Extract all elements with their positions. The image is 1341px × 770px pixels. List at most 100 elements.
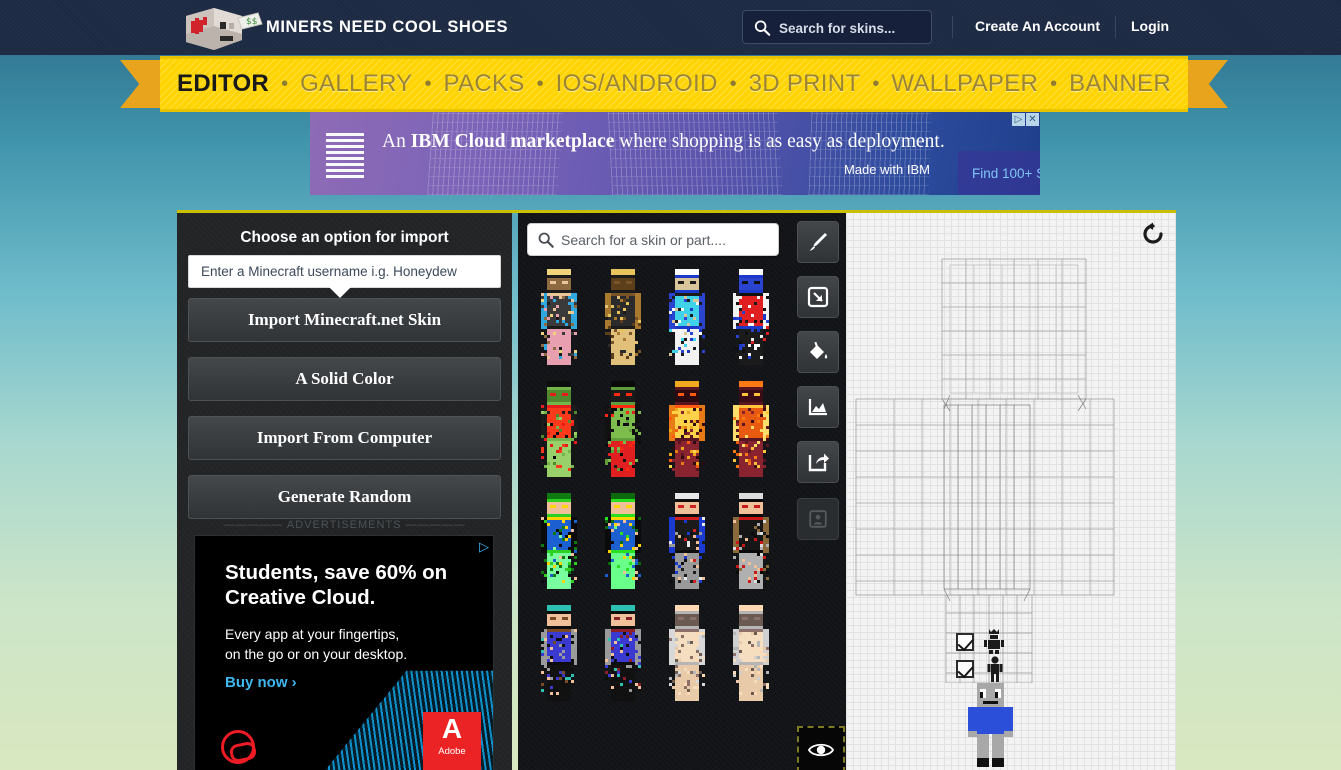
- profile-tool-button: [797, 498, 839, 540]
- import-panel: Choose an option for import Import Minec…: [177, 213, 512, 770]
- nav-separator: •: [1050, 72, 1058, 95]
- top-advertisement[interactable]: An IBM Cloud marketplace where shopping …: [310, 112, 1040, 195]
- skin-thumbnail[interactable]: [719, 373, 783, 485]
- skin-thumbnail[interactable]: [591, 597, 655, 709]
- advertisements-divider: ————— ADVERTISEMENTS —————: [223, 519, 466, 531]
- blonde-girl-skin: [535, 269, 583, 365]
- skin-thumbnail[interactable]: [655, 597, 719, 709]
- skin-thumbnail[interactable]: [527, 597, 591, 709]
- model-viewport[interactable]: [846, 213, 1176, 770]
- skin-thumbnail[interactable]: [719, 485, 783, 597]
- ad-headline-pre: An: [382, 131, 411, 152]
- close-icon[interactable]: ✕: [1026, 113, 1039, 126]
- main-navigation: EDITOR • GALLERY • PACKS • IOS/ANDROID •…: [120, 56, 1228, 112]
- side-advertisement[interactable]: Students, save 60% on Creative Cloud. Ev…: [194, 535, 494, 770]
- skin-editor: Choose an option for import Import Minec…: [177, 210, 1176, 770]
- ad-cta-label: Find 100+ SaaS apps on the IBM Cloud mar…: [972, 165, 1040, 181]
- green-creeper-skin: [599, 493, 647, 589]
- nav-item-wallpaper[interactable]: WALLPAPER: [888, 70, 1041, 98]
- noise-tool-button[interactable]: [797, 386, 839, 428]
- show-overlay-checkbox[interactable]: [956, 633, 974, 651]
- skin-search-input[interactable]: [561, 224, 775, 255]
- fire-cape-skin: [727, 381, 775, 477]
- side-ad-headline-line1: Students, save 60% on: [225, 561, 448, 584]
- chart-icon: [808, 399, 827, 416]
- tool-strip: [788, 213, 846, 770]
- site-header: $$ MINERS NEED COOL SHOES Create An Acco…: [0, 0, 1341, 55]
- nav-item-banner[interactable]: BANNER: [1066, 70, 1174, 98]
- fire-robe-skin: [663, 381, 711, 477]
- generate-random-button[interactable]: Generate Random: [188, 475, 501, 519]
- skin-thumbnail[interactable]: [719, 597, 783, 709]
- skin-thumbnail[interactable]: [719, 261, 783, 373]
- minecraft-head-logo[interactable]: $$: [172, 4, 264, 52]
- skin-thumbnail[interactable]: [655, 485, 719, 597]
- skin-thumbnail[interactable]: [655, 261, 719, 373]
- adchoices-badge[interactable]: ▷ ✕: [1012, 113, 1039, 126]
- skin-browser-panel: [518, 213, 788, 770]
- skin-thumbnail[interactable]: [591, 261, 655, 373]
- ad-headline-bold: IBM Cloud marketplace: [410, 131, 615, 152]
- show-body-checkbox[interactable]: [956, 660, 974, 678]
- steve-variant-skin: [535, 605, 583, 701]
- search-input[interactable]: [779, 11, 927, 45]
- import-panel-title: Choose an option for import: [240, 229, 449, 246]
- skin-search[interactable]: [527, 223, 779, 256]
- body-figure-icon: [987, 656, 1003, 682]
- skin-thumbnail[interactable]: [655, 373, 719, 485]
- side-ad-cta-link[interactable]: Buy now ›: [225, 674, 297, 691]
- nav-separator: •: [536, 72, 544, 95]
- import-from-computer-button[interactable]: Import From Computer: [188, 416, 501, 460]
- logo-icon: $$: [186, 8, 263, 50]
- adchoices-badge[interactable]: ▷: [479, 539, 489, 555]
- side-ad-headline: Students, save 60% on Creative Cloud.: [225, 560, 475, 610]
- solid-color-button[interactable]: A Solid Color: [188, 357, 501, 401]
- blue-creeper-skin: [727, 269, 775, 365]
- steve-mirror-skin: [599, 605, 647, 701]
- bald-grey-skin: [663, 605, 711, 701]
- ad-headline: An IBM Cloud marketplace where shopping …: [382, 131, 1022, 153]
- minecraft-username-input[interactable]: [188, 255, 501, 288]
- ad-cta-button[interactable]: Find 100+ SaaS apps on the IBM Cloud mar…: [958, 151, 1040, 195]
- nav-separator: •: [872, 72, 880, 95]
- armor-figure-icon: [984, 629, 1004, 654]
- character-preview[interactable]: [965, 683, 1015, 770]
- dark-hat-skin: [727, 493, 775, 589]
- visibility-toggle[interactable]: [797, 726, 845, 770]
- nav-item-packs[interactable]: PACKS: [441, 70, 528, 98]
- nav-bar: EDITOR • GALLERY • PACKS • IOS/ANDROID •…: [160, 56, 1188, 112]
- adchoices-triangle-icon: ▷: [1012, 113, 1025, 126]
- skin-thumbnail[interactable]: [527, 261, 591, 373]
- nav-item-ios-android[interactable]: IOS/ANDROID: [553, 70, 721, 98]
- nav-item-gallery[interactable]: GALLERY: [297, 70, 415, 98]
- skin-thumbnail[interactable]: [591, 485, 655, 597]
- nav-separator: •: [729, 72, 737, 95]
- search-icon: [538, 232, 554, 248]
- ad-building-3: [808, 112, 932, 195]
- side-ad-body-line2: on the go or on your desktop.: [225, 646, 408, 662]
- login-link[interactable]: Login: [1131, 18, 1169, 34]
- header-search[interactable]: [742, 10, 932, 45]
- skin-thumbnail[interactable]: [527, 373, 591, 485]
- export-tool-button[interactable]: [797, 441, 839, 483]
- brush-tool-button[interactable]: [797, 221, 839, 263]
- fill-tool-button[interactable]: [797, 331, 839, 373]
- nav-separator: •: [281, 72, 289, 95]
- zombie-red-skin: [535, 381, 583, 477]
- skin-thumbnail[interactable]: [591, 373, 655, 485]
- nav-item-3d-print[interactable]: 3D PRINT: [746, 70, 864, 98]
- skin-thumbnail[interactable]: [527, 485, 591, 597]
- adobe-logo: A Adobe: [423, 712, 481, 770]
- import-minecraft-skin-button[interactable]: Import Minecraft.net Skin: [188, 298, 501, 342]
- search-icon: [754, 20, 771, 36]
- eye-icon: [808, 743, 834, 756]
- person-card-icon: [809, 510, 827, 528]
- ad-made-with-label: Made with IBM: [844, 162, 930, 177]
- nav-separator: •: [424, 72, 432, 95]
- create-account-link[interactable]: Create An Account: [975, 18, 1100, 34]
- ad-headline-post: where shopping is as easy as deployment.: [614, 131, 945, 152]
- green-ninja-skin: [535, 493, 583, 589]
- nav-item-editor[interactable]: EDITOR: [174, 70, 272, 98]
- grey-hat-skin: [727, 605, 775, 701]
- transform-tool-button[interactable]: [797, 276, 839, 318]
